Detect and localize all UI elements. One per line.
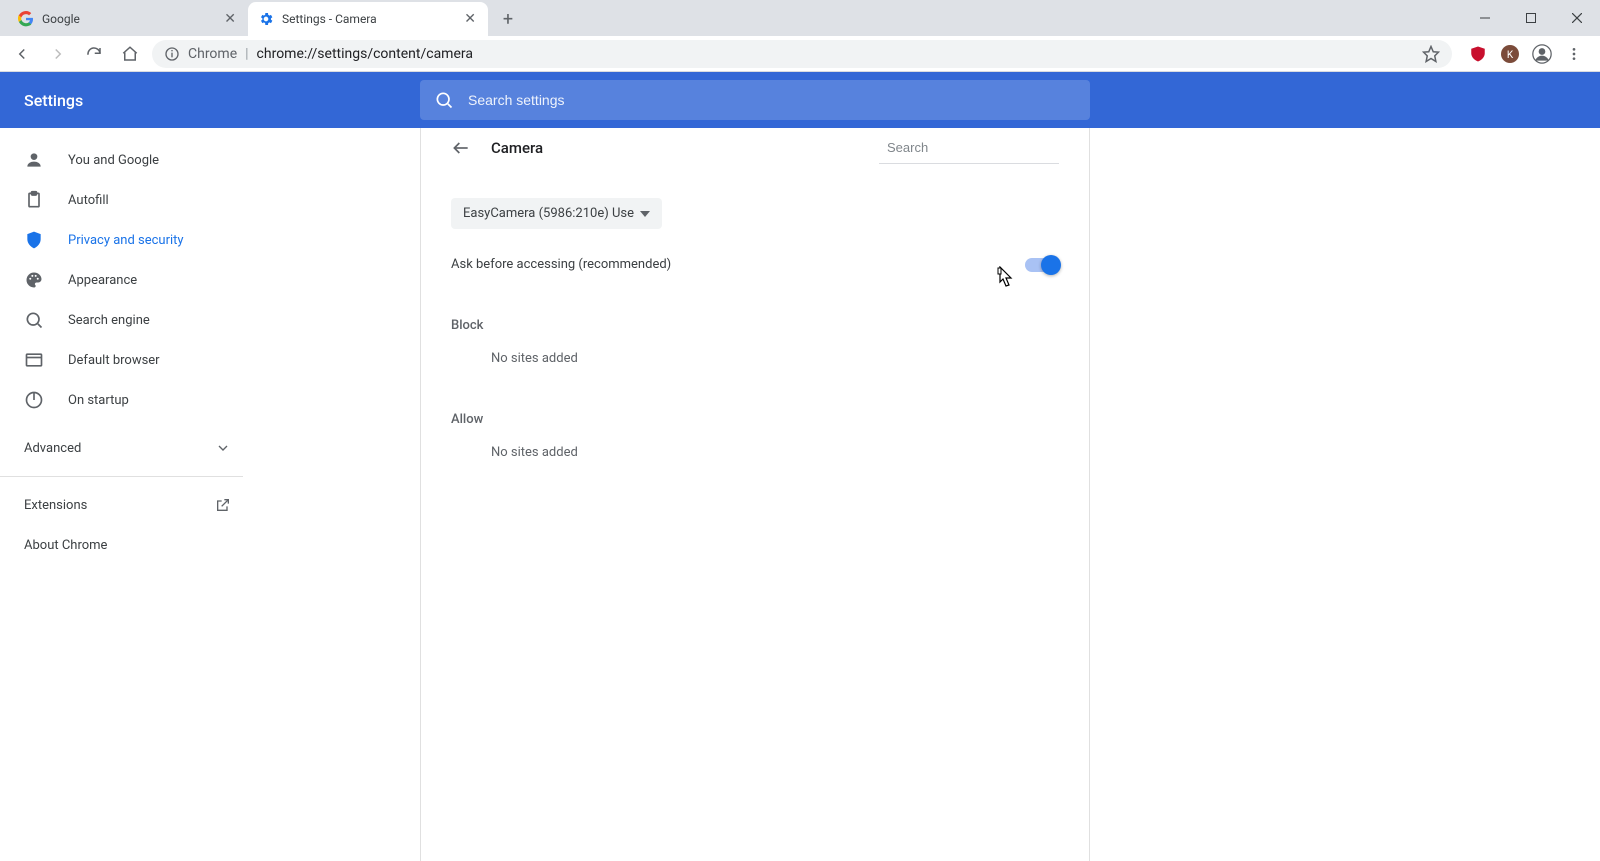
nav-home-button[interactable] — [116, 40, 144, 68]
page-header: Camera — [451, 128, 1059, 168]
profile-badge-icon[interactable]: K — [1500, 44, 1520, 64]
sidebar-advanced-toggle[interactable]: Advanced — [0, 428, 255, 468]
palette-icon — [24, 270, 44, 290]
app-header: Settings — [0, 72, 1600, 128]
page-title: Camera — [491, 139, 543, 157]
sidebar-item-label: You and Google — [68, 153, 159, 168]
camera-select-value: EasyCamera (5986:210e) Use — [463, 206, 634, 221]
browser-icon — [24, 350, 44, 370]
google-favicon-icon — [18, 11, 34, 27]
settings-search-input[interactable] — [468, 92, 1076, 108]
allow-section-label: Allow — [451, 412, 1059, 427]
site-info-icon[interactable] — [164, 46, 180, 62]
nav-back-button[interactable] — [8, 40, 36, 68]
power-icon — [24, 390, 44, 410]
mcafee-extension-icon[interactable] — [1468, 44, 1488, 64]
browser-toolbar: Chrome | chrome://settings/content/camer… — [0, 36, 1600, 72]
settings-card: Camera EasyCamera (5986:210e) Use Ask be… — [420, 128, 1090, 861]
chevron-down-icon — [215, 440, 231, 456]
right-gutter — [1090, 128, 1600, 861]
svg-text:K: K — [1507, 50, 1514, 61]
profile-avatar-icon[interactable] — [1532, 44, 1552, 64]
window-close-button[interactable] — [1554, 0, 1600, 36]
address-bar[interactable]: Chrome | chrome://settings/content/camer… — [152, 40, 1452, 68]
browser-menu-icon[interactable] — [1564, 44, 1584, 64]
content-area: Camera EasyCamera (5986:210e) Use Ask be… — [255, 128, 1600, 861]
sidebar-item-privacy[interactable]: Privacy and security — [0, 220, 245, 260]
toggle-knob — [1041, 255, 1061, 275]
ask-before-accessing-row: Ask before accessing (recommended) — [451, 257, 1059, 272]
camera-device-select[interactable]: EasyCamera (5986:210e) Use — [451, 198, 662, 229]
new-tab-button[interactable]: + — [494, 5, 522, 33]
sidebar-item-appearance[interactable]: Appearance — [0, 260, 245, 300]
sidebar-link-label: Extensions — [24, 498, 87, 513]
nav-reload-button[interactable] — [80, 40, 108, 68]
url-origin: Chrome — [188, 46, 237, 62]
sidebar-item-label: Privacy and security — [68, 233, 184, 248]
sidebar-item-label: Search engine — [68, 313, 150, 328]
sidebar-item-search-engine[interactable]: Search engine — [0, 300, 245, 340]
ask-before-accessing-toggle[interactable] — [1025, 258, 1059, 272]
url-path: chrome://settings/content/camera — [257, 46, 473, 62]
sidebar-item-label: Default browser — [68, 353, 160, 368]
block-section-label: Block — [451, 318, 1059, 333]
window-minimize-button[interactable] — [1462, 0, 1508, 36]
sidebar-divider — [0, 476, 243, 477]
search-icon — [434, 90, 454, 110]
sidebar-item-on-startup[interactable]: On startup — [0, 380, 245, 420]
sidebar-link-extensions[interactable]: Extensions — [0, 485, 255, 525]
settings-sidebar: You and Google Autofill Privacy and secu… — [0, 128, 255, 861]
page-search-input[interactable] — [887, 140, 1063, 155]
tab-title: Google — [42, 12, 222, 26]
tab-title: Settings - Camera — [282, 12, 462, 26]
sidebar-link-label: About Chrome — [24, 538, 107, 553]
window-controls — [1462, 0, 1600, 36]
settings-app: Settings You and Google Autofill Privacy… — [0, 72, 1600, 861]
allow-empty-text: No sites added — [451, 445, 1059, 460]
tab-close-icon[interactable]: ✕ — [462, 11, 478, 27]
page-back-button[interactable] — [451, 138, 471, 158]
browser-tab-strip: Google ✕ Settings - Camera ✕ + — [0, 0, 1600, 36]
extension-icons: K — [1460, 44, 1592, 64]
shield-icon — [24, 230, 44, 250]
sidebar-item-label: On startup — [68, 393, 129, 408]
gear-favicon-icon — [258, 11, 274, 27]
clipboard-icon — [24, 190, 44, 210]
bookmark-star-icon[interactable] — [1422, 45, 1440, 63]
browser-tab-google[interactable]: Google ✕ — [8, 2, 248, 36]
settings-search-bar[interactable] — [420, 80, 1090, 120]
sidebar-item-label: Autofill — [68, 193, 109, 208]
block-empty-text: No sites added — [451, 351, 1059, 366]
nav-forward-button[interactable] — [44, 40, 72, 68]
page-search[interactable] — [879, 132, 1059, 164]
person-icon — [24, 150, 44, 170]
toggle-label: Ask before accessing (recommended) — [451, 257, 671, 272]
external-link-icon — [215, 497, 231, 513]
sidebar-item-label: Appearance — [68, 273, 137, 288]
sidebar-item-autofill[interactable]: Autofill — [0, 180, 245, 220]
search-icon — [24, 310, 44, 330]
sidebar-item-you-and-google[interactable]: You and Google — [0, 140, 245, 180]
sidebar-link-about[interactable]: About Chrome — [0, 525, 255, 565]
app-title: Settings — [24, 91, 420, 110]
window-maximize-button[interactable] — [1508, 0, 1554, 36]
url-separator: | — [245, 46, 248, 62]
advanced-label: Advanced — [24, 441, 81, 456]
caret-down-icon — [640, 209, 650, 219]
tab-close-icon[interactable]: ✕ — [222, 11, 238, 27]
browser-tab-settings[interactable]: Settings - Camera ✕ — [248, 2, 488, 36]
sidebar-item-default-browser[interactable]: Default browser — [0, 340, 245, 380]
